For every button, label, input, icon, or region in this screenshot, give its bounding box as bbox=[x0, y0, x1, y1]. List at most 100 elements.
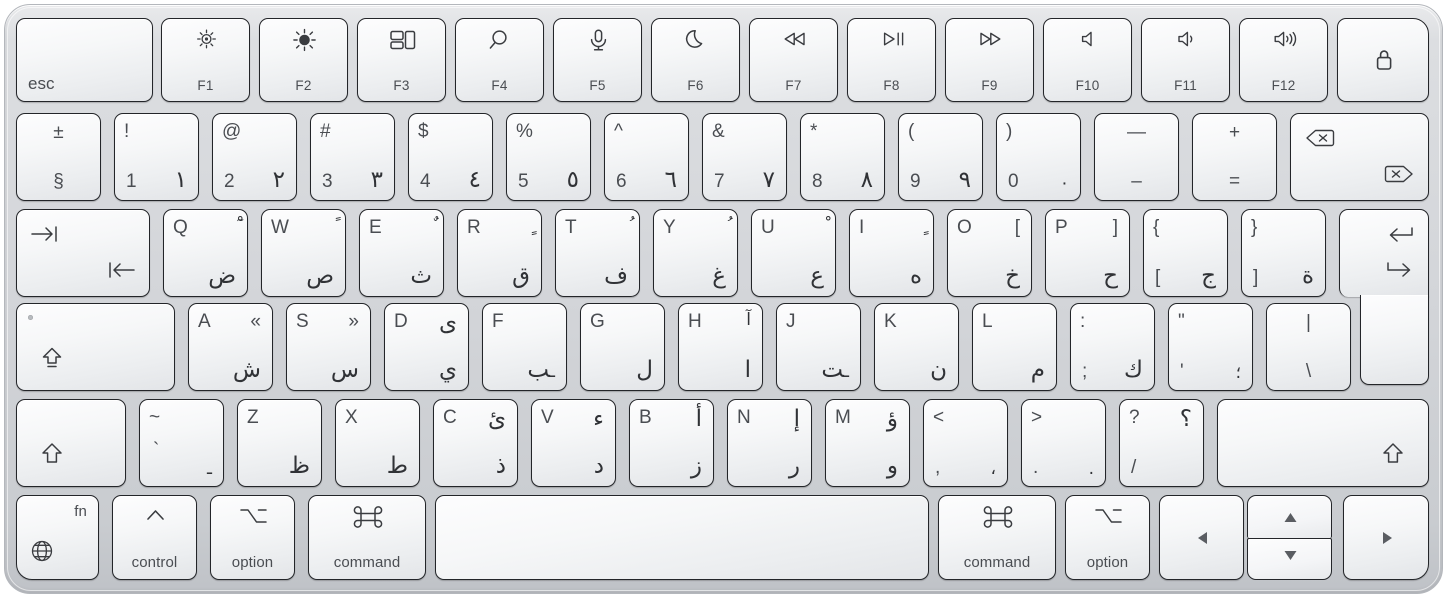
key-v[interactable]: V ء د bbox=[531, 399, 616, 487]
key-s-arabic: س bbox=[330, 357, 359, 383]
left-option-key[interactable]: option bbox=[210, 495, 295, 580]
key-a[interactable]: A « ش bbox=[188, 303, 273, 391]
key-9-arabic: ٩ bbox=[958, 167, 971, 193]
f9-key[interactable]: F9 bbox=[945, 18, 1034, 102]
left-control-key[interactable]: control bbox=[112, 495, 197, 580]
arrow-left-key[interactable] bbox=[1159, 495, 1244, 580]
key-e-arabic: ث bbox=[410, 263, 432, 289]
key-i[interactable]: I ٍ ه bbox=[849, 209, 934, 297]
fn-key[interactable]: fn bbox=[16, 495, 99, 580]
f10-key[interactable]: F10 bbox=[1043, 18, 1132, 102]
key-c[interactable]: C ئ ذ bbox=[433, 399, 518, 487]
key-l[interactable]: L م bbox=[972, 303, 1057, 391]
return-key[interactable] bbox=[1339, 209, 1429, 297]
key-5-arabic: ٥ bbox=[566, 167, 579, 193]
key-equals[interactable]: + = bbox=[1192, 113, 1277, 201]
key-bracket-right[interactable]: } ] ة bbox=[1241, 209, 1326, 297]
key-r[interactable]: R ٍ ق bbox=[457, 209, 542, 297]
key-y[interactable]: Y ُ غ bbox=[653, 209, 738, 297]
key-8[interactable]: * 8 ٨ bbox=[800, 113, 885, 201]
f11-key[interactable]: F11 bbox=[1141, 18, 1230, 102]
space-bar[interactable] bbox=[435, 495, 929, 580]
key-comma[interactable]: < , ، bbox=[923, 399, 1008, 487]
key-w[interactable]: W ً ص bbox=[261, 209, 346, 297]
right-option-key[interactable]: option bbox=[1065, 495, 1150, 580]
right-shift-key[interactable] bbox=[1217, 399, 1429, 487]
key-3[interactable]: # 3 ٣ bbox=[310, 113, 395, 201]
return-key-lower[interactable] bbox=[1360, 295, 1429, 385]
arrow-right-key[interactable] bbox=[1343, 495, 1429, 580]
key-p[interactable]: P ] ح bbox=[1045, 209, 1130, 297]
key-o-bracket: [ bbox=[1014, 217, 1020, 238]
f4-key-label: F4 bbox=[491, 77, 508, 93]
caps-lock-indicator bbox=[28, 315, 33, 320]
key-7-top: & bbox=[712, 121, 725, 142]
key-h-alef-madda: آ bbox=[746, 310, 751, 330]
key-o[interactable]: O [ خ bbox=[947, 209, 1032, 297]
key-k-arabic: ن bbox=[930, 357, 947, 383]
f1-key[interactable]: F1 bbox=[161, 18, 250, 102]
tab-forward-icon bbox=[31, 226, 61, 246]
key-q[interactable]: Q ْٓ ض bbox=[163, 209, 248, 297]
key-7[interactable]: & 7 ٧ bbox=[702, 113, 787, 201]
tab-key[interactable] bbox=[16, 209, 150, 297]
caps-lock-key[interactable] bbox=[16, 303, 175, 391]
f4-key[interactable]: F4 bbox=[455, 18, 544, 102]
key-minus[interactable]: — – bbox=[1094, 113, 1179, 201]
touch-id-key[interactable] bbox=[1337, 18, 1429, 102]
key-f-arabic: ب bbox=[527, 357, 551, 383]
brightness-up-icon bbox=[260, 28, 347, 52]
f6-key[interactable]: F6 bbox=[651, 18, 740, 102]
key-9[interactable]: ( 9 ٩ bbox=[898, 113, 983, 201]
key-quote[interactable]: " ' ؛ bbox=[1168, 303, 1253, 391]
key-n[interactable]: N إ ر bbox=[727, 399, 812, 487]
key-m[interactable]: M ؤ و bbox=[825, 399, 910, 487]
delete-key[interactable] bbox=[1290, 113, 1429, 201]
key-e[interactable]: E ٌ ث bbox=[359, 209, 444, 297]
key-4-bottom: 4 bbox=[420, 171, 431, 192]
right-command-key[interactable]: command bbox=[938, 495, 1056, 580]
arrow-up-key[interactable] bbox=[1247, 495, 1332, 538]
key-j[interactable]: J ـت bbox=[776, 303, 861, 391]
key-slash[interactable]: ? / ؟ bbox=[1119, 399, 1204, 487]
control-caret-icon bbox=[113, 505, 196, 525]
key-0[interactable]: ) 0 ٠ bbox=[996, 113, 1081, 201]
esc-key[interactable]: esc bbox=[16, 18, 153, 102]
key-t[interactable]: T ُ ف bbox=[555, 209, 640, 297]
key-period[interactable]: > . . bbox=[1021, 399, 1106, 487]
key-z[interactable]: Z ظ bbox=[237, 399, 322, 487]
key-d[interactable]: D ى ي bbox=[384, 303, 469, 391]
key-2[interactable]: @ 2 ٢ bbox=[212, 113, 297, 201]
f3-key[interactable]: F3 bbox=[357, 18, 446, 102]
key-5[interactable]: % 5 ٥ bbox=[506, 113, 591, 201]
key-d-latin: D bbox=[394, 311, 408, 332]
key-t-arabic: ف bbox=[604, 263, 628, 289]
key-b[interactable]: B أ ز bbox=[629, 399, 714, 487]
key-backslash[interactable]: | \ bbox=[1266, 303, 1351, 391]
f7-key[interactable]: F7 bbox=[749, 18, 838, 102]
key-backtick[interactable]: ~ ` ـ bbox=[139, 399, 224, 487]
key-4[interactable]: $ 4 ٤ bbox=[408, 113, 493, 201]
left-command-key[interactable]: command bbox=[308, 495, 426, 580]
key-f[interactable]: F ـب bbox=[482, 303, 567, 391]
option-icon-right bbox=[1066, 505, 1149, 527]
key-s[interactable]: S » س bbox=[286, 303, 371, 391]
key-section[interactable]: ± § bbox=[16, 113, 101, 201]
key-6[interactable]: ^ 6 ٦ bbox=[604, 113, 689, 201]
key-g[interactable]: G ل bbox=[580, 303, 665, 391]
key-k[interactable]: K ن bbox=[874, 303, 959, 391]
key-y-latin: Y bbox=[663, 217, 676, 238]
f2-key[interactable]: F2 bbox=[259, 18, 348, 102]
key-u[interactable]: U ْ ع bbox=[751, 209, 836, 297]
arrow-down-key[interactable] bbox=[1247, 538, 1332, 580]
left-shift-key[interactable] bbox=[16, 399, 126, 487]
key-semicolon[interactable]: : ; ك bbox=[1070, 303, 1155, 391]
f12-key[interactable]: F12 bbox=[1239, 18, 1328, 102]
key-9-bottom: 9 bbox=[910, 171, 921, 192]
key-x[interactable]: X ط bbox=[335, 399, 420, 487]
key-1[interactable]: ! 1 ١ bbox=[114, 113, 199, 201]
f8-key[interactable]: F8 bbox=[847, 18, 936, 102]
key-h[interactable]: H آ ا bbox=[678, 303, 763, 391]
key-bracket-left[interactable]: { [ ج bbox=[1143, 209, 1228, 297]
f5-key[interactable]: F5 bbox=[553, 18, 642, 102]
